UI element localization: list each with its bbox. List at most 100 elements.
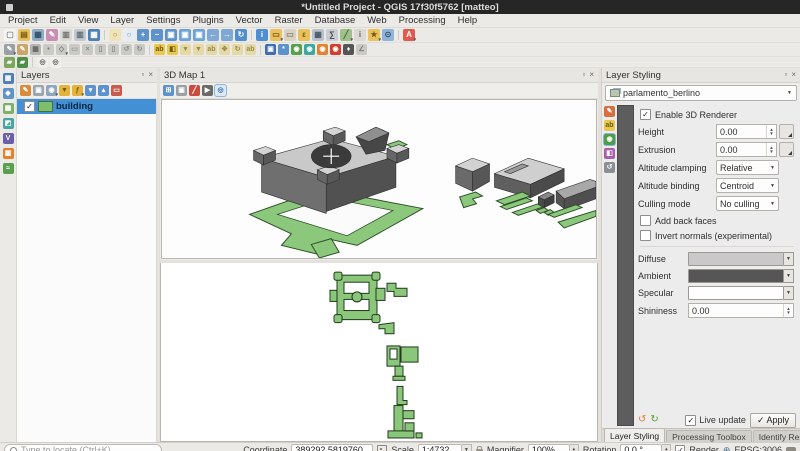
temporal-controller-icon[interactable]: ⊙ <box>382 29 394 41</box>
copy-features-icon[interactable]: ▯ <box>95 44 106 55</box>
height-spinbox[interactable]: 0.00▲▼ <box>716 124 777 139</box>
scale-field[interactable]: 1:4732 <box>418 444 462 451</box>
rotation-field[interactable]: 0.0 ° <box>620 444 662 451</box>
new-project-icon[interactable]: ▢ <box>4 29 16 41</box>
apply-button[interactable]: ✓Apply <box>750 413 796 428</box>
history-tab-icon[interactable]: ↺ <box>604 162 615 173</box>
highlight-pinned-labels-icon[interactable]: ▼ <box>180 44 191 55</box>
float-panel-icon[interactable]: ▫ <box>784 71 787 79</box>
saga-tools-icon[interactable]: ◉ <box>317 44 328 55</box>
altitude-clamping-combo[interactable]: Relative▼ <box>716 160 779 175</box>
field-calculator-icon[interactable]: ∑ <box>326 29 338 41</box>
redo-style-icon[interactable]: ↻ <box>650 415 658 425</box>
change-label-icon[interactable]: ab <box>245 44 256 55</box>
camera-control-icon[interactable]: ◎ <box>215 85 226 96</box>
add-mesh-layer-icon[interactable]: ◩ <box>3 118 14 129</box>
magnifier-field[interactable]: 100% <box>528 444 570 451</box>
map-tips-icon[interactable]: i <box>354 29 366 41</box>
menu-item[interactable]: Help <box>452 15 484 26</box>
deselect-features-icon[interactable]: ▭ <box>284 29 296 41</box>
specular-dropdown-icon[interactable]: ▼ <box>784 286 794 300</box>
snapping-icon[interactable]: ♦ <box>343 44 354 55</box>
crs-status[interactable]: EPSG:3006 <box>734 445 782 451</box>
zoom-out-icon[interactable]: − <box>151 29 163 41</box>
expand-all-icon[interactable]: ▾ <box>85 85 96 96</box>
undo-edit-icon[interactable]: ↺ <box>121 44 132 55</box>
zoom-in-icon[interactable]: + <box>137 29 149 41</box>
view-3d-tab-icon[interactable]: ◉ <box>604 134 615 145</box>
open-project-icon[interactable]: ▤ <box>18 29 30 41</box>
separator[interactable] <box>260 45 261 55</box>
filter-by-expression-icon[interactable]: ƒ <box>72 85 83 96</box>
pin-labels-icon[interactable]: ▼ <box>193 44 204 55</box>
plugin-circle-icon-1[interactable]: ◎ <box>37 57 48 68</box>
menu-item[interactable]: Processing <box>393 15 452 26</box>
separator[interactable] <box>251 30 252 40</box>
scale-dropdown-icon[interactable]: ▼ <box>462 444 472 451</box>
add-back-faces-checkbox[interactable] <box>640 215 651 226</box>
plugin-circle-icon-2[interactable]: ◎ <box>50 57 61 68</box>
move-label-icon[interactable]: ✥ <box>219 44 230 55</box>
add-vector-layer-icon[interactable]: ◆ <box>3 88 14 99</box>
spin-arrows-icon[interactable]: ▲▼ <box>766 125 776 138</box>
raster-plugin-icon[interactable]: ▰ <box>17 57 28 68</box>
menu-item[interactable]: Vector <box>230 15 269 26</box>
locator-input[interactable]: Type to locate (Ctrl+K) <box>4 444 162 451</box>
save-project-icon[interactable]: ▦ <box>32 29 44 41</box>
float-panel-icon[interactable]: ▫ <box>141 71 144 79</box>
measure-3d-icon[interactable]: ╱ <box>189 85 200 96</box>
add-wms-layer-icon[interactable]: ▦ <box>3 148 14 159</box>
add-raster-layer-icon[interactable]: ▦ <box>3 103 14 114</box>
toggle-editing-icon[interactable]: ✎ <box>17 44 28 55</box>
menu-item[interactable]: Settings <box>140 15 186 26</box>
layer-item-building[interactable]: building <box>17 99 156 114</box>
menu-item[interactable]: Edit <box>44 15 72 26</box>
statistics-icon[interactable]: ∠ <box>356 44 367 55</box>
filter-legend-icon[interactable]: ▼ <box>59 85 70 96</box>
diffuse-dropdown-icon[interactable]: ▼ <box>784 252 794 266</box>
zoom-last-icon[interactable]: ← <box>207 29 219 41</box>
coordinate-field[interactable]: 389292.5819760 <box>291 444 373 451</box>
measure-icon[interactable]: ╱ <box>340 29 352 41</box>
current-edits-icon[interactable]: ✎ <box>4 44 15 55</box>
data-defined-override-button[interactable] <box>779 142 794 157</box>
select-features-icon[interactable]: ▭ <box>270 29 282 41</box>
diagram-tab-icon[interactable]: ◧ <box>604 148 615 159</box>
vertex-tool-icon[interactable]: ◇ <box>56 44 67 55</box>
open-attribute-table-icon[interactable]: ▦ <box>312 29 324 41</box>
new-print-layout-icon[interactable]: ▥ <box>60 29 72 41</box>
extrusion-spinbox[interactable]: 0.00▲▼ <box>716 142 777 157</box>
grass-tools-icon[interactable]: ◉ <box>291 44 302 55</box>
new-bookmark-icon[interactable]: ★ <box>368 29 380 41</box>
separator[interactable] <box>398 30 399 40</box>
dock-tab[interactable]: Layer Styling <box>604 428 665 442</box>
show-hidden-labels-icon[interactable]: ab <box>206 44 217 55</box>
menu-item[interactable]: Web <box>361 15 392 26</box>
manage-map-themes-icon[interactable]: ◉ <box>46 85 57 96</box>
delete-selected-icon[interactable]: ▭ <box>69 44 80 55</box>
pan-map-icon[interactable]: ○ <box>109 29 121 41</box>
undo-style-icon[interactable]: ↺ <box>638 415 646 425</box>
dock-tab[interactable]: Identify Results <box>753 430 800 442</box>
collapse-all-icon[interactable]: ▴ <box>98 85 109 96</box>
symbology-tab-icon[interactable]: ✎ <box>604 106 615 117</box>
menu-item[interactable]: Layer <box>104 15 140 26</box>
diffuse-color-button[interactable] <box>688 252 784 266</box>
menu-item[interactable]: Raster <box>269 15 309 26</box>
menu-item[interactable]: Plugins <box>186 15 229 26</box>
separator[interactable] <box>32 57 33 67</box>
render-checkbox[interactable] <box>675 445 685 451</box>
zoom-to-selection-icon[interactable]: ▣ <box>179 29 191 41</box>
rotate-label-icon[interactable]: ↻ <box>232 44 243 55</box>
extents-icon[interactable] <box>377 445 387 451</box>
identify-features-icon[interactable]: i <box>256 29 268 41</box>
save-layer-edits-icon[interactable]: ▦ <box>30 44 41 55</box>
layer-diagram-icon[interactable]: ◧ <box>167 44 178 55</box>
pan-to-selection-icon[interactable]: ○ <box>123 29 135 41</box>
menu-item[interactable]: View <box>72 15 104 26</box>
select-by-expression-icon[interactable]: ε <box>298 29 310 41</box>
altitude-binding-combo[interactable]: Centroid▼ <box>716 178 779 193</box>
rotation-spin-icon[interactable]: ▲▼ <box>662 444 671 451</box>
culling-mode-combo[interactable]: No culling▼ <box>716 196 779 211</box>
spin-arrows-icon[interactable]: ▲▼ <box>766 143 776 156</box>
